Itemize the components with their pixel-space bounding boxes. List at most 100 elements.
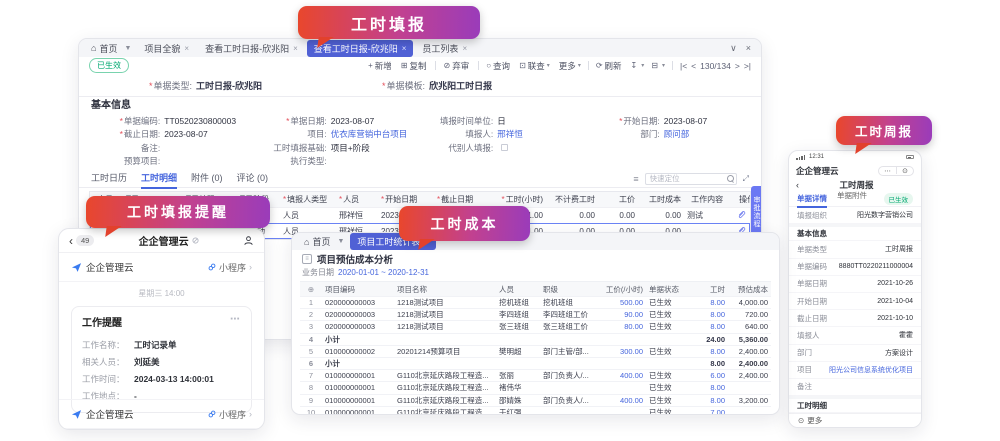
tab-close-icon[interactable]: × — [402, 44, 407, 53]
table-row[interactable]: 2 020000000003 1218测试项目 李四班组 李四班组工价 90.0… — [300, 308, 771, 320]
cell-hours[interactable]: 8.00 — [692, 396, 728, 405]
field-value[interactable]: 项目+阶段 — [331, 142, 370, 154]
field-value[interactable]: 2023-08-07 — [164, 129, 207, 139]
tab-close-icon[interactable]: × — [184, 44, 189, 53]
tab-home[interactable]: ⌂ 首页 ▼ — [298, 235, 350, 248]
table-row[interactable]: 9 010000000001 G110北京延庆路段工程造... 邵婧姝 部门负责… — [300, 394, 771, 406]
chevron-down-icon[interactable]: ▼ — [337, 238, 344, 245]
more-options-icon[interactable]: ⋯ — [884, 167, 891, 175]
page-last-button[interactable]: >| — [744, 61, 751, 71]
detail-tab[interactable]: 附件 (0) — [191, 168, 223, 189]
cell-hours[interactable]: 8.00 — [692, 383, 728, 392]
detail-row: 截止日期 2021-10-10 — [789, 310, 921, 327]
field-label: 单据类型 — [797, 244, 827, 255]
cell-rate[interactable]: 90.00 — [598, 310, 646, 319]
tab-close-icon[interactable]: × — [293, 44, 298, 53]
table-row[interactable]: 8 010000000001 G110北京延庆路段工程造... 褚伟华 已生效 … — [300, 381, 771, 393]
page-prev-button[interactable]: < — [691, 61, 696, 71]
tab-close-icon[interactable]: × — [462, 44, 467, 53]
cell-hours[interactable]: 8.00 — [692, 298, 728, 307]
field-label: * — [587, 156, 660, 166]
field-value[interactable]: 顾问部 — [664, 128, 690, 140]
window-tab[interactable]: 项目全貌 × — [137, 40, 196, 57]
page-first-button[interactable]: |< — [680, 61, 687, 71]
search-icon[interactable] — [727, 175, 734, 182]
window-collapse-icon[interactable]: ∨ — [730, 43, 737, 54]
toolbar-button[interactable] — [672, 61, 673, 70]
field-value[interactable]: 2023-08-07 — [331, 116, 374, 126]
page-next-button[interactable]: > — [735, 61, 740, 71]
window-tab[interactable]: 员工列表 × — [415, 40, 474, 57]
field-value[interactable]: 日 — [497, 115, 506, 127]
table-row[interactable]: 5 010000000002 20201214预算项目 樊明超 部门主管/部..… — [300, 345, 771, 357]
cell-rate[interactable]: 500.00 — [598, 298, 646, 307]
approval-flow-side-tab[interactable]: 审批流程 — [751, 186, 762, 236]
toolbar-button[interactable]: ⊟ ▾ — [651, 61, 665, 70]
toolbar-button[interactable] — [588, 61, 589, 70]
chevron-down-icon: ▾ — [641, 62, 644, 69]
checkbox[interactable] — [501, 144, 508, 151]
miniprogram-capsule: ⋯ ⊙ — [878, 166, 914, 176]
contact-icon[interactable] — [243, 235, 254, 246]
cell-hours[interactable]: 24.00 — [692, 335, 728, 344]
table-row[interactable]: 6 小计 8.00 2,400.00 — [300, 357, 771, 369]
cell-hours[interactable]: 8.00 — [692, 322, 728, 331]
cell-person: 于红强 — [496, 407, 540, 415]
expand-icon[interactable]: ⤢ — [743, 174, 749, 184]
column-settings-icon[interactable]: ≡ — [633, 174, 638, 184]
toolbar-button[interactable] — [435, 61, 436, 70]
toolbar-button[interactable]: ⊡ 联查 ▾ — [519, 60, 550, 72]
detail-tab[interactable]: 单据详情 — [797, 190, 827, 208]
cell-hours[interactable]: 7.00 — [692, 408, 728, 415]
toolbar-button[interactable]: ⟳ 刷新 — [596, 60, 624, 72]
toolbar-button-label: 弃审 — [452, 60, 469, 72]
window-close-icon[interactable]: × — [746, 43, 751, 54]
field-value[interactable]: 邢祥恒 — [497, 128, 523, 140]
toolbar-button[interactable]: ↧ ▾ — [631, 61, 645, 70]
field-value[interactable]: TT0520230800003 — [164, 116, 236, 126]
toolbar-button[interactable] — [478, 61, 479, 70]
detail-tab[interactable]: 工时明细 — [141, 168, 177, 189]
detail-tab[interactable]: 评论 (0) — [237, 168, 269, 189]
back-icon[interactable]: ‹ — [69, 234, 73, 248]
business-date-range[interactable]: 2020-01-01 ~ 2020-12-31 — [338, 268, 429, 277]
toolbar-button[interactable]: ⊞ 复制 — [401, 60, 429, 72]
detail-row: 备注 — [789, 379, 921, 396]
work-reminder-card[interactable]: 工作提醒 ⋯ 工作名称： 工时记录单 相关人员： 刘延美 — [71, 306, 252, 413]
detail-tab[interactable]: 单据附件 — [837, 190, 867, 208]
table-row[interactable]: 1 020000000003 1218测试项目 挖机班组 挖机班组 500.00… — [300, 296, 771, 308]
chevron-down-icon[interactable]: ▼ — [124, 45, 131, 52]
toolbar-button[interactable]: ○ 查询 — [486, 60, 512, 72]
miniprogram-label: 小程序 — [219, 408, 246, 421]
cell-rate[interactable]: 80.00 — [598, 322, 646, 331]
cell-rate[interactable]: 400.00 — [598, 396, 646, 405]
table-row[interactable]: 3 020000000003 1218测试项目 张三班组 张三班组工价 80.0… — [300, 320, 771, 332]
business-date-row: 业务日期 2020-01-01 ~ 2020-12-31 — [292, 266, 779, 279]
cell-hours[interactable]: 8.00 — [692, 310, 728, 319]
cell-estimated-cost: 2,400.00 — [728, 347, 771, 356]
tab-home[interactable]: ⌂ 首页 ▼ — [85, 42, 137, 55]
cell-hours[interactable]: 8.00 — [692, 359, 728, 368]
cell-hours[interactable]: 6.00 — [692, 371, 728, 380]
field-value[interactable]: 优衣库营销中台项目 — [331, 128, 408, 140]
attachment-icon[interactable] — [732, 210, 750, 221]
app-message-header[interactable]: 企企管理云 小程序 › — [59, 253, 264, 282]
toolbar-button[interactable]: ⊘ 弃审 — [443, 60, 471, 72]
quick-search-input[interactable] — [645, 173, 737, 185]
toolbar-button[interactable]: 更多 ▾ — [557, 60, 581, 72]
cell-rate[interactable]: 400.00 — [598, 371, 646, 380]
cell-rate[interactable]: 300.00 — [598, 347, 646, 356]
detail-tab[interactable]: 工时日历 — [91, 168, 127, 189]
tab-home-label: 首页 — [312, 235, 330, 248]
table-row[interactable]: 4 小计 24.00 5,360.00 — [300, 333, 771, 345]
cell-hours[interactable]: 8.00 — [692, 347, 728, 356]
window-tab[interactable]: 查看工时日报-欣兆阳 × — [198, 40, 305, 57]
more-footer[interactable]: ⊙ 更多 — [789, 413, 921, 427]
toolbar-button[interactable]: + 新增 — [368, 60, 394, 72]
more-options-icon[interactable]: ⋯ — [230, 314, 241, 329]
field-value[interactable]: 2023-08-07 — [664, 116, 707, 126]
app-message-footer[interactable]: 企企管理云 小程序 › — [59, 399, 264, 429]
exit-icon[interactable]: ⊙ — [902, 167, 908, 175]
table-row[interactable]: 10 010000000001 G110北京延庆路段工程造... 于红强 已生效… — [300, 406, 771, 415]
table-row[interactable]: 7 010000000001 G110北京延庆路段工程造... 张丽 部门负责人… — [300, 369, 771, 381]
